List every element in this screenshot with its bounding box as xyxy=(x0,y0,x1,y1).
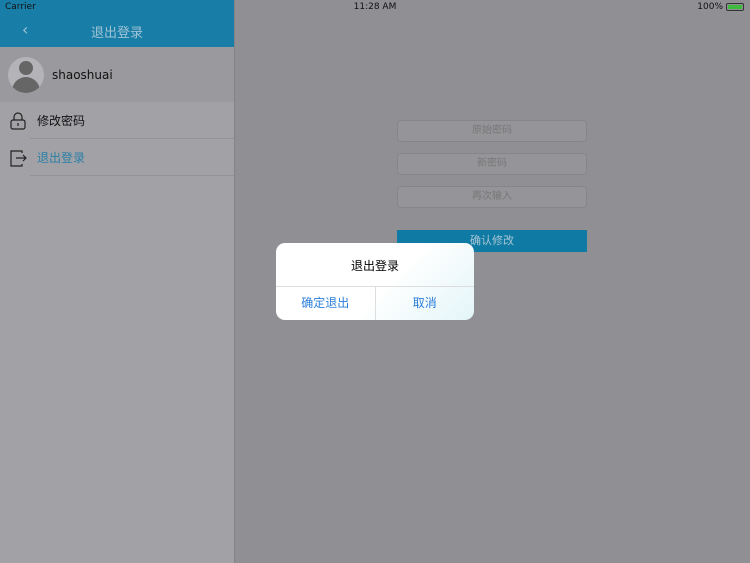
logout-alert: 退出登录 确定退出 取消 xyxy=(276,243,474,320)
sidebar-item-label: 退出登录 xyxy=(37,151,86,165)
logout-icon xyxy=(10,149,27,167)
lock-icon xyxy=(10,111,26,130)
sidebar-item-change-password[interactable]: 修改密码 xyxy=(0,102,234,139)
old-password-input[interactable]: 原始密码 xyxy=(397,120,587,142)
sidebar-item-logout[interactable]: 退出登录 xyxy=(0,139,234,176)
username: shaoshuai xyxy=(52,67,113,82)
confirm-logout-button[interactable]: 确定退出 xyxy=(276,287,376,320)
sidebar-item-label: 修改密码 xyxy=(37,114,86,128)
cancel-button[interactable]: 取消 xyxy=(376,287,475,320)
sidebar: Carrier ‹ 退出登录 shaoshuai 修改密码 退出登录 xyxy=(0,0,235,563)
profile-row[interactable]: shaoshuai xyxy=(0,47,234,102)
new-password-input[interactable]: 新密码 xyxy=(397,153,587,175)
status-time: 11:28 AM xyxy=(353,2,397,12)
alert-title: 退出登录 xyxy=(276,243,474,287)
battery-icon xyxy=(726,3,744,11)
avatar xyxy=(8,56,44,93)
nav-title: 退出登录 xyxy=(90,26,143,41)
battery-percent: 100% xyxy=(697,2,723,12)
repeat-password-input[interactable]: 再次输入 xyxy=(397,186,587,208)
battery-status: 100% xyxy=(697,2,744,12)
